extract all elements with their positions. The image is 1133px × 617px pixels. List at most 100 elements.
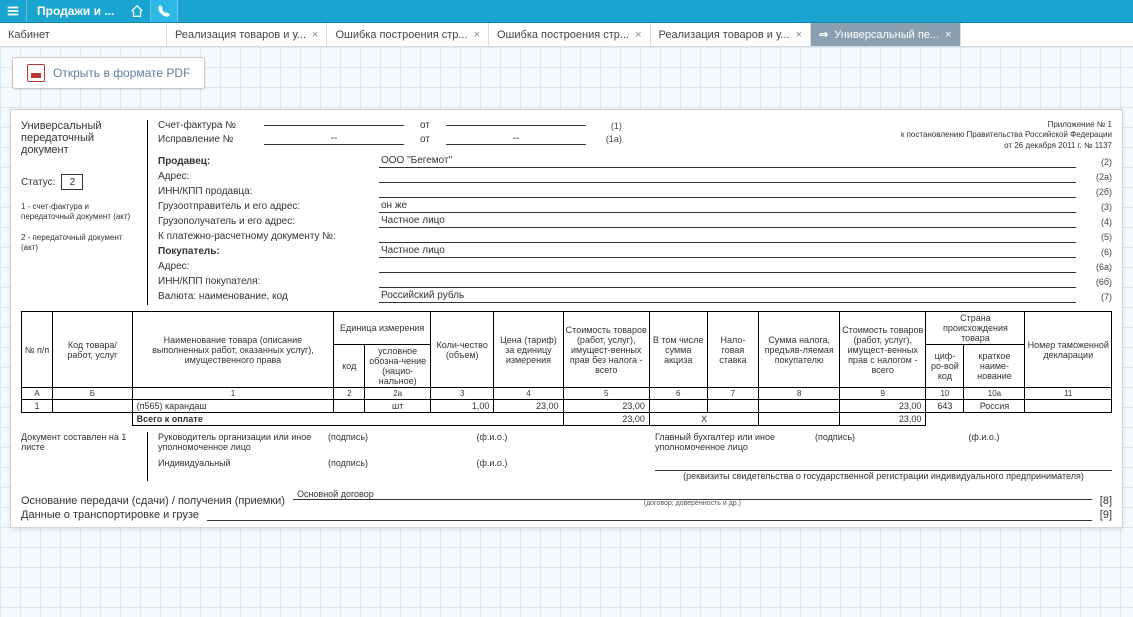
field-num: (6) xyxy=(1082,247,1112,257)
open-pdf-label: Открыть в формате PDF xyxy=(53,66,190,80)
app-title: Продажи и ... xyxy=(27,4,124,18)
th-np: № п/п xyxy=(22,312,53,388)
field-label: К платежно-расчетному документу №: xyxy=(158,231,373,242)
col-code: 9 xyxy=(840,388,926,400)
legal-1: Приложение № 1 xyxy=(852,120,1112,130)
total-label: Всего к оплате xyxy=(132,413,563,426)
col-code: 6 xyxy=(649,388,707,400)
open-pdf-button[interactable]: Открыть в формате PDF xyxy=(12,57,205,89)
tab-cabinet[interactable]: Кабинет xyxy=(0,23,167,46)
tab-realization-2[interactable]: Реализация товаров и у...× xyxy=(651,23,811,46)
th-unit: Единица измерения xyxy=(334,312,431,345)
invoice-date-value xyxy=(446,125,586,126)
tab-label: Ошибка построения стр... xyxy=(335,29,467,41)
th-price: Цена (тариф) за единицу измерения xyxy=(494,312,563,388)
field-label: Продавец: xyxy=(158,156,373,167)
transport-value xyxy=(207,520,1092,521)
close-icon[interactable]: × xyxy=(312,29,318,41)
field-label: Адрес: xyxy=(158,171,373,182)
basis-row-num: [8] xyxy=(1100,495,1112,507)
th-tax-rate: Нало-говая ставка xyxy=(707,312,759,388)
podpis-sub: (подпись) xyxy=(815,432,959,442)
items-table: № п/п Код товара/ работ, услуг Наименова… xyxy=(21,311,1112,426)
document-card: Универсальный передаточный документ Стат… xyxy=(10,109,1123,528)
manager-label: Руководитель организации или иное уполно… xyxy=(158,432,318,452)
col-code: 7 xyxy=(707,388,759,400)
close-icon[interactable]: × xyxy=(635,29,641,41)
tab-realization-1[interactable]: Реализация товаров и у... × xyxy=(167,23,327,46)
invoice-no-value xyxy=(264,125,404,126)
tab-label: Реализация товаров и у... xyxy=(175,29,306,41)
th-qty: Коли-чество (объем) xyxy=(431,312,494,388)
th-excise: В том числе сумма акциза xyxy=(649,312,707,388)
field-value: Частное лицо xyxy=(379,215,1076,228)
field-num: (5) xyxy=(1082,232,1112,242)
tab-bar: Кабинет Реализация товаров и у... × Ошибк… xyxy=(0,23,1133,47)
col-code: 11 xyxy=(1025,388,1112,400)
fio-sub: (ф.и.о.) xyxy=(477,432,616,442)
field-label: Покупатель: xyxy=(158,246,373,257)
transport-label: Данные о транспортировке и грузе xyxy=(21,509,199,521)
th-country: Страна происхождения товара xyxy=(926,312,1025,345)
col-code: 1 xyxy=(132,388,334,400)
field-num: (6а) xyxy=(1082,262,1112,272)
accountant-label: Главный бухгалтер или иное уполномоченно… xyxy=(655,432,805,452)
field-label: ИНН/КПП продавца: xyxy=(158,186,373,197)
field-value xyxy=(379,185,1076,198)
th-decl: Номер таможенной декларации xyxy=(1025,312,1112,388)
doc-compiled: Документ составлен на 1 листе xyxy=(21,432,147,481)
fix-date-value: -- xyxy=(446,133,586,145)
tab-error-2[interactable]: Ошибка построения стр... × xyxy=(489,23,651,46)
workspace: Открыть в формате PDF Универсальный пере… xyxy=(0,47,1133,617)
field-value: Частное лицо xyxy=(379,245,1076,258)
col-code: 10 xyxy=(926,388,964,400)
col-code: 10а xyxy=(964,388,1025,400)
close-icon[interactable]: × xyxy=(796,29,802,41)
tab-error-1[interactable]: Ошибка построения стр... × xyxy=(327,23,489,46)
legal-2: к постановлению Правительства Российской… xyxy=(852,130,1112,140)
field-num: (2) xyxy=(1082,157,1112,167)
requisites-line xyxy=(655,458,1112,471)
doc-left-column: Универсальный передаточный документ Стат… xyxy=(21,120,147,252)
th-unit-code: код xyxy=(334,345,365,388)
field-num: (7) xyxy=(1082,292,1112,302)
basis-value: Основной договор xyxy=(293,489,1092,500)
tab-label: Ошибка построения стр... xyxy=(497,29,629,41)
field-label: Валюта: наименование, код xyxy=(158,291,373,302)
field-num: (4) xyxy=(1082,217,1112,227)
total-cost-no-tax: 23,00 xyxy=(563,413,649,426)
th-name: Наименование товара (описание выполненны… xyxy=(132,312,334,388)
field-num: (3) xyxy=(1082,202,1112,212)
doc-fields: Счет-фактура № от (1) Исправление № -- о… xyxy=(147,120,1112,305)
field-value: ООО "Бегемот" xyxy=(379,155,1076,168)
th-tax-sum: Сумма налога, предъяв-ляемая покупателю xyxy=(759,312,840,388)
field-label: ИНН/КПП покупателя: xyxy=(158,276,373,287)
pdf-icon xyxy=(27,64,45,82)
field-label: Грузоотправитель и его адрес: xyxy=(158,201,373,212)
field-label: Грузополучатель и его адрес: xyxy=(158,216,373,227)
close-icon[interactable]: × xyxy=(474,29,480,41)
th-code: Код товара/ работ, услуг xyxy=(53,312,133,388)
tab-label: Кабинет xyxy=(8,29,50,41)
col-code: А xyxy=(22,388,53,400)
doc-type-title: Универсальный передаточный документ xyxy=(21,120,141,156)
legal-3: от 26 декабря 2011 г. № 1137 xyxy=(852,141,1112,151)
close-icon[interactable]: × xyxy=(945,29,951,41)
th-country-code: циф-ро-вой код xyxy=(926,345,964,388)
menu-icon[interactable] xyxy=(0,0,27,22)
doc-footer: Документ составлен на 1 листе Руководите… xyxy=(21,432,1112,481)
transport-row-num: [9] xyxy=(1100,509,1112,521)
field-num: (2б) xyxy=(1082,187,1112,197)
phone-icon[interactable] xyxy=(151,0,178,22)
podpis-sub: (подпись) xyxy=(328,458,467,468)
field-num: (2а) xyxy=(1082,172,1112,182)
col-code: 4 xyxy=(494,388,563,400)
requisites-note: (реквизиты свидетельства о государственн… xyxy=(655,471,1112,481)
field-value xyxy=(379,260,1076,273)
status-note-1: 1 - счет-фактура и передаточный документ… xyxy=(21,202,141,221)
th-cost-with-tax: Стоимость товаров (работ, услуг), имущес… xyxy=(840,312,926,388)
field-value: он же xyxy=(379,200,1076,213)
field-value xyxy=(379,275,1076,288)
home-icon[interactable] xyxy=(124,0,151,22)
tab-universal-pe[interactable]: Универсальный пе...× xyxy=(811,23,961,46)
